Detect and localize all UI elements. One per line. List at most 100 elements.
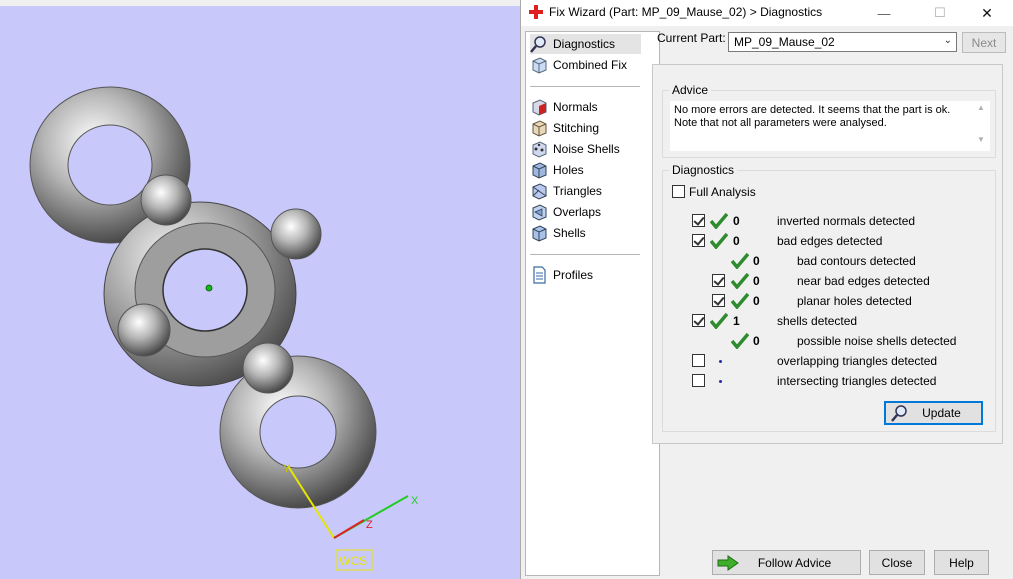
follow-advice-label: Follow Advice	[757, 555, 832, 570]
intersecting-triangles-label: intersecting triangles detected	[777, 374, 937, 388]
nav-item-combined-fix[interactable]: Combined Fix	[530, 55, 641, 75]
nav-label: Stitching	[553, 121, 600, 135]
diagnostics-panel: Advice No more errors are detected. It s…	[652, 64, 1003, 444]
overlapping-triangles-checkbox[interactable]	[692, 354, 705, 367]
nav-item-normals[interactable]: Normals	[530, 97, 641, 117]
update-button[interactable]: Update	[884, 401, 983, 425]
inverted-normals-checkbox[interactable]	[692, 214, 705, 227]
title-bar[interactable]: Fix Wizard (Part: MP_09_Mause_02) > Diag…	[521, 0, 1013, 26]
nav-label: Noise Shells	[553, 142, 620, 156]
scroll-down-icon[interactable]: ▼	[974, 135, 988, 144]
close-button[interactable]: Close	[869, 550, 925, 575]
bad-contours-count: 0	[753, 254, 760, 268]
near-bad-edges-count: 0	[753, 274, 760, 288]
advice-title: Advice	[669, 83, 712, 97]
nav-label: Overlaps	[553, 205, 602, 219]
axis-y-label: Y	[283, 463, 291, 475]
normals-cube-icon	[532, 99, 547, 116]
green-check-icon	[731, 333, 749, 349]
advice-line-1: No more errors are detected. It seems th…	[674, 104, 951, 116]
scroll-up-icon[interactable]: ▲	[974, 103, 988, 112]
overlapping-triangles-label: overlapping triangles detected	[777, 354, 938, 368]
magnifier-icon	[530, 36, 546, 53]
magnifier-icon	[891, 405, 907, 422]
noise-shells-label: possible noise shells detected	[797, 334, 957, 348]
green-check-icon	[710, 233, 728, 249]
follow-advice-button[interactable]: Follow Advice	[712, 550, 861, 575]
wizard-nav: Diagnostics Combined Fix Normals Stitchi…	[525, 31, 660, 576]
nav-item-noise-shells[interactable]: Noise Shells	[530, 139, 641, 159]
overlaps-cube-icon	[532, 204, 547, 221]
part-render: Y X Z WCS	[29, 86, 419, 571]
minimize-button[interactable]: —	[861, 0, 907, 26]
planar-holes-checkbox[interactable]	[712, 294, 725, 307]
inverted-normals-count: 0	[733, 214, 740, 228]
shells-cube-icon	[532, 225, 547, 242]
nav-item-triangles[interactable]: Triangles	[530, 181, 641, 201]
noise-shells-count: 0	[753, 334, 760, 348]
full-analysis-checkbox[interactable]	[672, 185, 685, 198]
green-check-icon	[731, 273, 749, 289]
axis-x-label: X	[411, 495, 419, 507]
axis-z-label: Z	[366, 519, 373, 531]
nav-label: Profiles	[553, 268, 594, 282]
nav-label: Combined Fix	[553, 58, 628, 72]
current-part-value: MP_09_Mause_02	[734, 35, 835, 49]
nav-divider	[530, 86, 640, 87]
planar-holes-label: planar holes detected	[797, 294, 912, 308]
full-analysis-label: Full Analysis	[689, 185, 756, 199]
nav-item-holes[interactable]: Holes	[530, 160, 641, 180]
nav-item-diagnostics[interactable]: Diagnostics	[530, 34, 641, 54]
current-part-select[interactable]: MP_09_Mause_02 ⌄	[728, 32, 957, 52]
near-bad-edges-checkbox[interactable]	[712, 274, 725, 287]
green-check-icon	[731, 253, 749, 269]
holes-cube-icon	[532, 162, 547, 179]
chevron-down-icon: ⌄	[943, 35, 952, 46]
wcs-label: WCS	[339, 554, 367, 568]
stitching-cube-icon	[532, 120, 547, 137]
green-check-icon	[731, 293, 749, 309]
advice-group: Advice No more errors are detected. It s…	[662, 83, 996, 158]
inverted-normals-label: inverted normals detected	[777, 214, 916, 228]
cube-icon	[532, 57, 547, 74]
maximize-button[interactable]: ☐	[917, 0, 963, 26]
help-button[interactable]: Help	[934, 550, 989, 575]
bad-edges-label: bad edges detected	[777, 234, 883, 248]
3d-viewport[interactable]: Y X Z WCS	[0, 0, 520, 579]
diagnostics-group: Diagnostics Full Analysis 0 inverted nor…	[662, 163, 996, 432]
near-bad-edges-label: near bad edges detected	[797, 274, 930, 288]
triangles-cube-icon	[532, 183, 547, 200]
close-window-button[interactable]: ✕	[964, 0, 1010, 26]
nav-item-stitching[interactable]: Stitching	[530, 118, 641, 138]
nav-label: Holes	[553, 163, 584, 177]
document-icon	[533, 266, 546, 284]
intersecting-triangles-checkbox[interactable]	[692, 374, 705, 387]
nav-label: Shells	[553, 226, 586, 240]
bad-edges-checkbox[interactable]	[692, 234, 705, 247]
next-button[interactable]: Next	[962, 32, 1006, 53]
red-cross-icon	[529, 5, 543, 19]
nav-divider	[530, 254, 640, 255]
green-arrow-icon	[717, 555, 739, 571]
nav-label: Triangles	[553, 184, 602, 198]
diagnostics-title: Diagnostics	[669, 163, 738, 177]
shells-label: shells detected	[777, 314, 858, 328]
noise-shells-icon	[532, 141, 547, 158]
fix-wizard-dialog: Fix Wizard (Part: MP_09_Mause_02) > Diag…	[520, 0, 1013, 579]
bad-contours-label: bad contours detected	[797, 254, 916, 268]
advice-line-2: Note that not all parameters were analys…	[674, 117, 887, 129]
nav-item-overlaps[interactable]: Overlaps	[530, 202, 641, 222]
nav-item-shells[interactable]: Shells	[530, 223, 641, 243]
pending-dot-icon	[719, 380, 722, 383]
shells-count: 1	[733, 314, 740, 328]
pending-dot-icon	[719, 360, 722, 363]
planar-holes-count: 0	[753, 294, 760, 308]
shells-checkbox[interactable]	[692, 314, 705, 327]
advice-scrollbar[interactable]: ▲ ▼	[974, 101, 988, 151]
bad-edges-count: 0	[733, 234, 740, 248]
lower-ring	[219, 355, 377, 509]
green-check-icon	[710, 213, 728, 229]
nav-label: Diagnostics	[553, 37, 616, 51]
nav-item-profiles[interactable]: Profiles	[530, 265, 641, 285]
green-check-icon	[710, 313, 728, 329]
